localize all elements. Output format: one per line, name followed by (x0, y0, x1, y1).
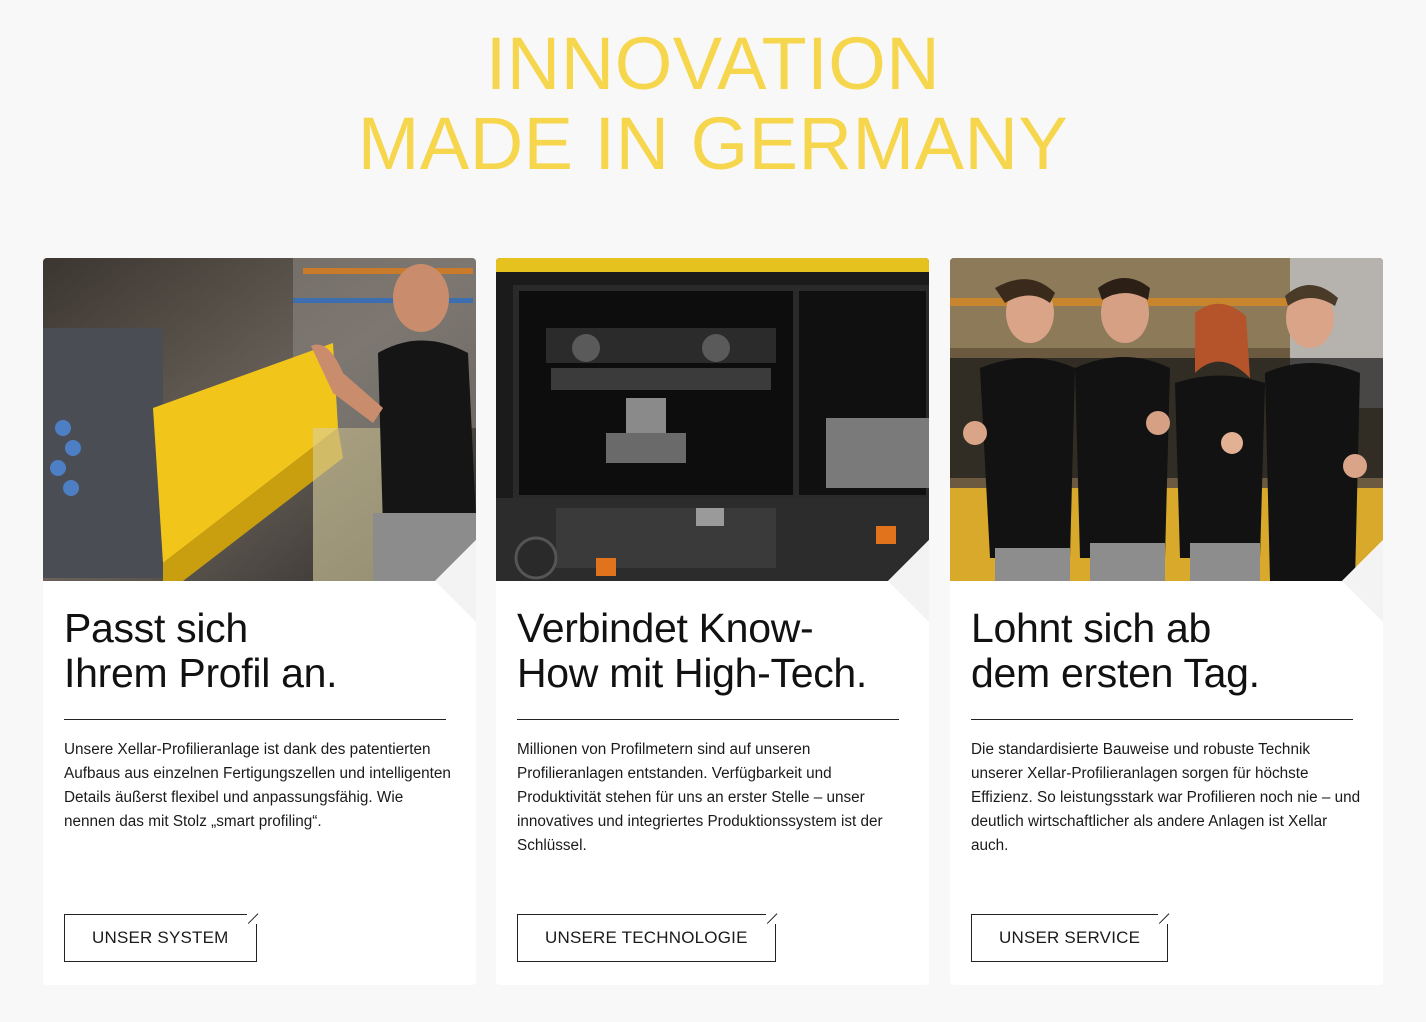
card-title: Verbindet Know- How mit High-Tech. (517, 605, 868, 696)
card-description: Die standardisierte Bauweise und robuste… (971, 741, 1361, 854)
button-notch-decoration (765, 914, 776, 924)
feature-card-technology: Verbindet Know- How mit High-Tech. Milli… (496, 258, 929, 985)
button-label: UNSER SERVICE (999, 928, 1141, 947)
unser-system-button[interactable]: UNSER SYSTEM (64, 914, 257, 962)
team-thumbs-up-photo (950, 258, 1383, 581)
page-headline: INNOVATION MADE IN GERMANY (0, 24, 1426, 184)
headline-line-1: INNOVATION (485, 22, 941, 105)
feature-card-system: Passt sich Ihrem Profil an. Unsere Xella… (43, 258, 476, 985)
card-title: Passt sich Ihrem Profil an. (64, 605, 338, 696)
roll-forming-machine-closeup-photo (496, 258, 929, 581)
divider (64, 719, 446, 720)
card-description: Unsere Xellar-Profilieranlage ist dank d… (64, 741, 451, 830)
feature-card-service: Lohnt sich ab dem ersten Tag. Die standa… (950, 258, 1383, 985)
divider (971, 719, 1353, 720)
button-label: UNSERE TECHNOLOGIE (545, 928, 748, 947)
card-description: Millionen von Profilmetern sind auf unse… (517, 741, 883, 854)
button-notch-decoration (1158, 914, 1169, 924)
headline-line-2: MADE IN GERMANY (357, 102, 1069, 185)
button-notch-decoration (246, 914, 257, 924)
unser-service-button[interactable]: UNSER SERVICE (971, 914, 1169, 962)
button-label: UNSER SYSTEM (92, 928, 229, 947)
worker-with-yellow-machine-photo (43, 258, 476, 581)
card-title: Lohnt sich ab dem ersten Tag. (971, 605, 1260, 696)
divider (517, 719, 899, 720)
unsere-technologie-button[interactable]: UNSERE TECHNOLOGIE (517, 914, 776, 962)
